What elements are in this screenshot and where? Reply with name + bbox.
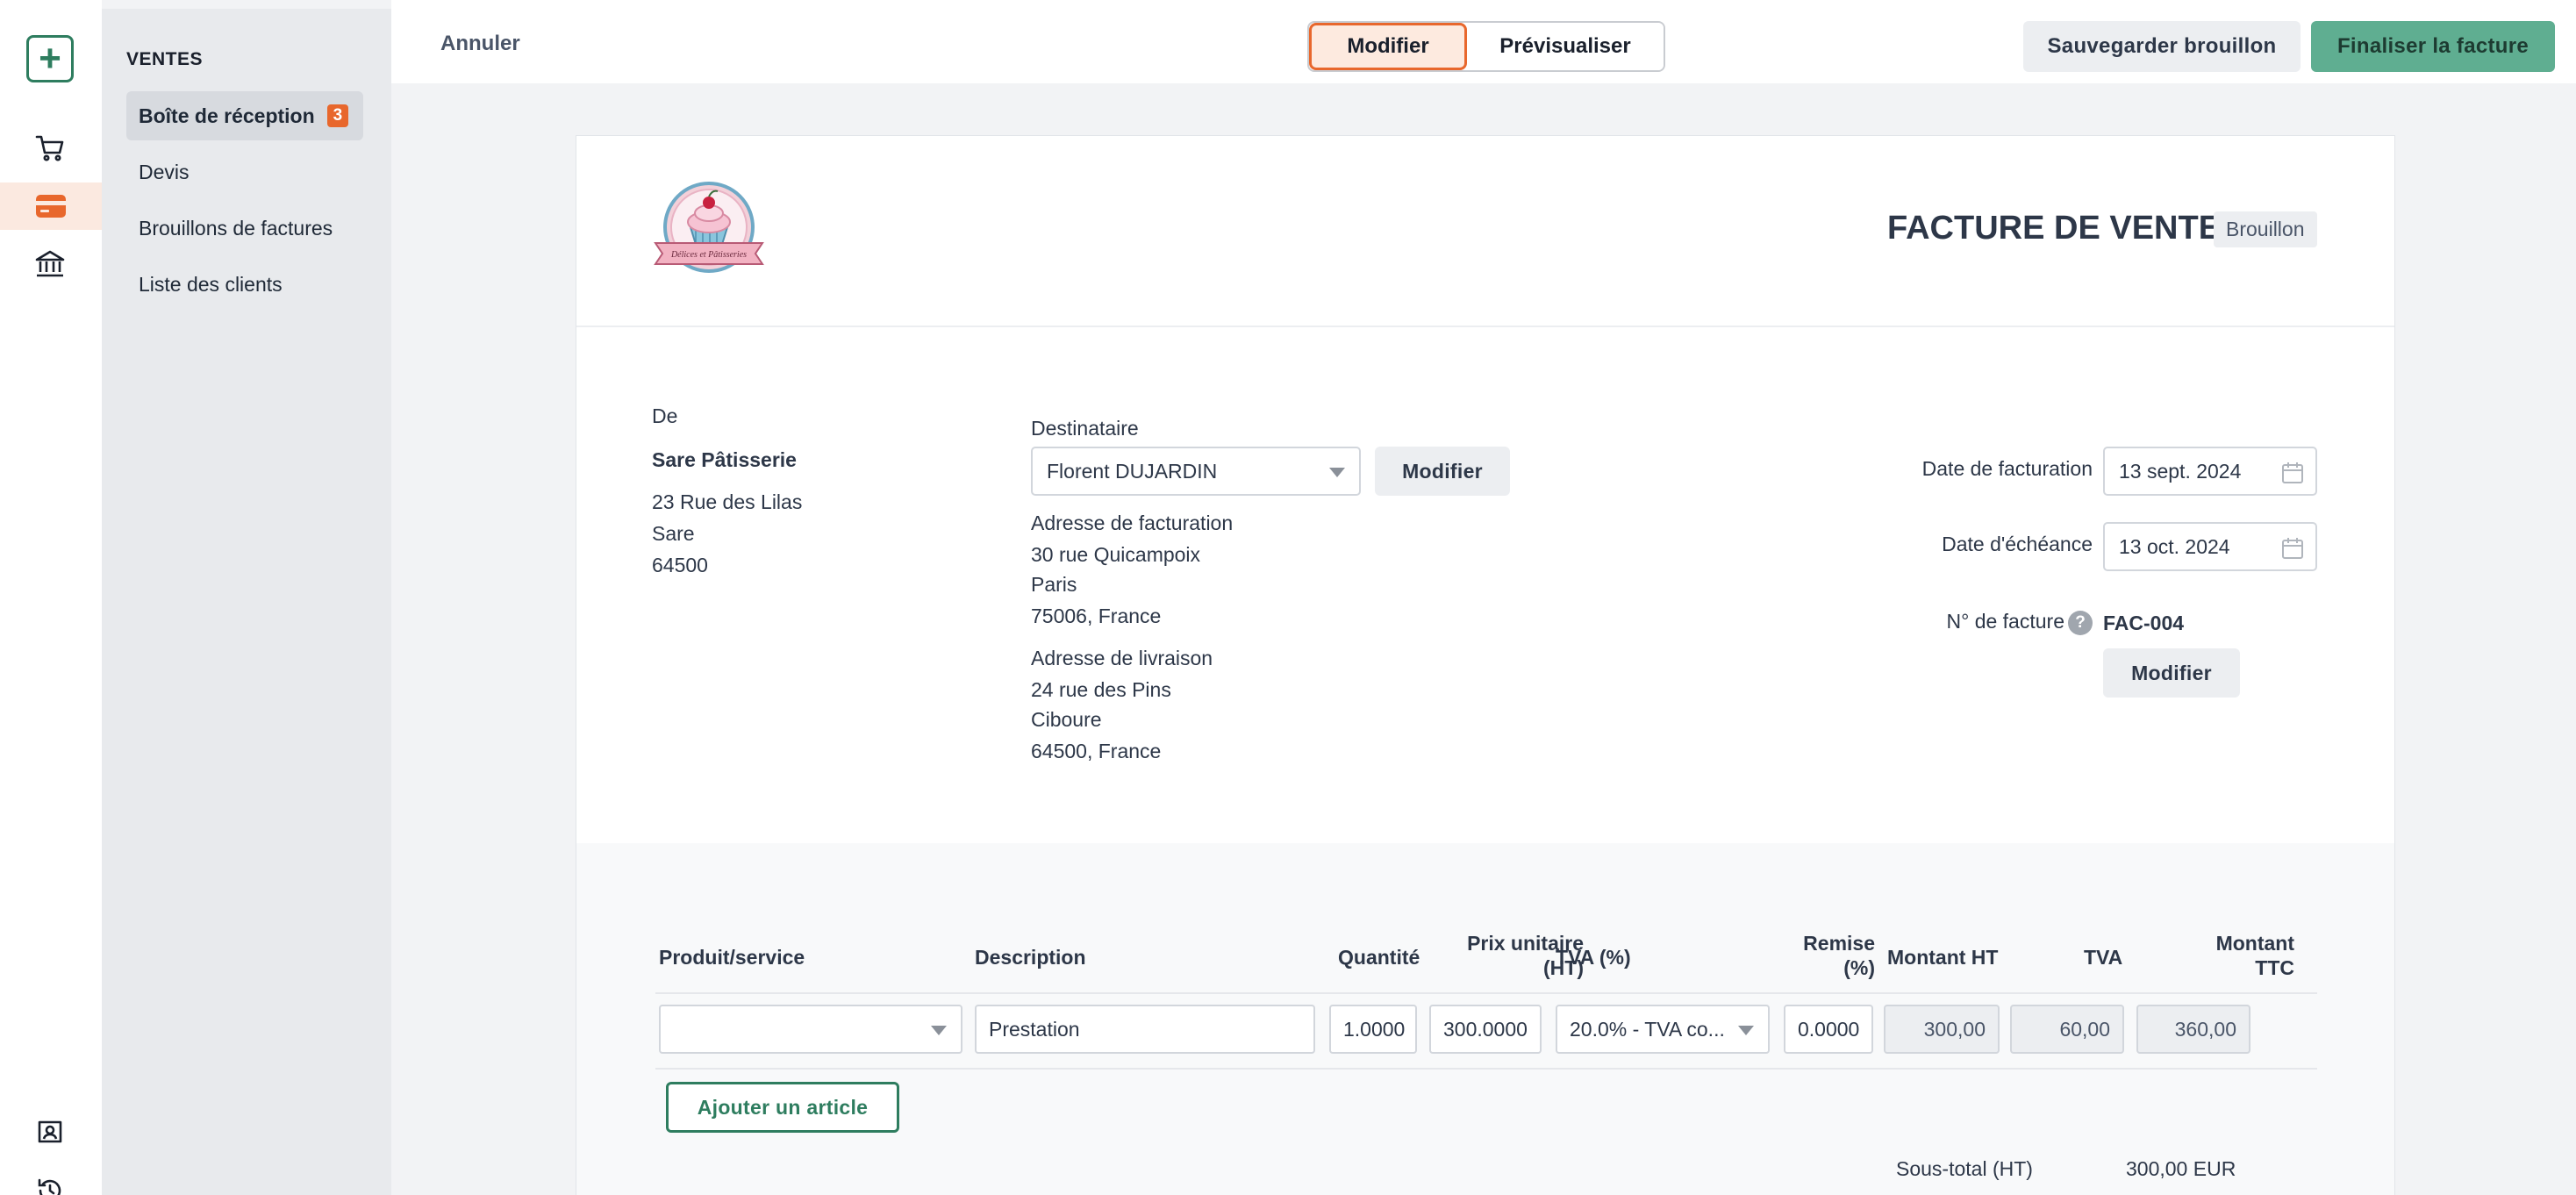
sender-city: Sare	[652, 522, 695, 545]
sidebar: VENTES Boîte de réception 3 Devis Brouil…	[102, 9, 391, 1195]
mode-toggle: Modifier Prévisualiser	[1307, 21, 1665, 72]
vat-rate-value: 20.0% - TVA co...	[1570, 1017, 1725, 1041]
description-input[interactable]: Prestation	[975, 1005, 1315, 1054]
col-description: Description	[975, 946, 1086, 969]
icon-rail: +	[0, 0, 102, 1195]
invoice-document: Délices et Pâtisseries FACTURE DE VENTE …	[576, 135, 2395, 1195]
sidebar-item-inbox[interactable]: Boîte de réception 3	[126, 91, 363, 140]
calendar-icon	[2282, 462, 2303, 483]
invoice-title: FACTURE DE VENTE	[1887, 210, 2222, 247]
due-date-field[interactable]: 13 oct. 2024	[2103, 522, 2317, 571]
billing-address-label: Adresse de facturation	[1031, 512, 1234, 534]
plus-icon[interactable]: +	[26, 35, 74, 82]
shipping-city: Ciboure	[1031, 708, 1102, 731]
invoice-number: FAC-004	[2103, 612, 2185, 634]
unit-price-input[interactable]: 300.0000	[1429, 1005, 1542, 1054]
sidebar-item-label: Liste des clients	[139, 272, 283, 296]
quantity-input[interactable]: 1.0000	[1329, 1005, 1417, 1054]
col-amount-ttc-line2: TTC	[2255, 956, 2294, 979]
recipient-value: Florent DUJARDIN	[1047, 459, 1218, 483]
vat-rate-select[interactable]: 20.0% - TVA co...	[1556, 1005, 1770, 1054]
col-amount-ttc-line1: Montant	[2215, 932, 2294, 955]
sidebar-item-label: Brouillons de factures	[139, 216, 333, 240]
billing-street: 30 rue Quicampoix	[1031, 543, 1201, 566]
chevron-down-icon	[1738, 1026, 1754, 1035]
cancel-button[interactable]: Annuler	[440, 32, 520, 56]
shipping-zip: 64500, France	[1031, 740, 1162, 762]
amount-ttc-value: 360,00	[2136, 1005, 2250, 1054]
logo-text: Délices et Pâtisseries	[670, 250, 747, 260]
divider	[655, 1068, 2317, 1070]
finalize-invoice-button[interactable]: Finaliser la facture	[2311, 21, 2555, 72]
vat-amount-value: 60,00	[2010, 1005, 2124, 1054]
invoice-number-label: N° de facture	[1946, 610, 2065, 633]
discount-input[interactable]: 0.0000	[1784, 1005, 1873, 1054]
save-draft-button[interactable]: Sauvegarder brouillon	[2023, 21, 2301, 72]
sender-name: Sare Pâtisserie	[652, 448, 797, 471]
contacts-icon[interactable]	[26, 1109, 74, 1156]
invoice-date-value: 13 sept. 2024	[2119, 459, 2242, 483]
help-icon[interactable]: ?	[2068, 610, 2093, 635]
sidebar-item-label: Devis	[139, 160, 190, 183]
invoice-date-label: Date de facturation	[1921, 457, 2093, 480]
divider	[655, 992, 2317, 994]
product-select[interactable]	[659, 1005, 962, 1054]
col-amount-ht: Montant HT	[1887, 946, 1999, 969]
sidebar-item-label: Boîte de réception	[139, 104, 315, 127]
add-item-button[interactable]: Ajouter un article	[666, 1082, 899, 1133]
bank-icon[interactable]	[26, 240, 74, 288]
count-badge: 3	[326, 104, 349, 127]
chevron-down-icon	[931, 1026, 947, 1035]
cart-icon[interactable]	[26, 125, 74, 172]
recipient-label: Destinataire	[1031, 417, 1139, 440]
col-vat: TVA	[2084, 946, 2123, 969]
col-vat-rate: TVA (%)	[1556, 946, 1631, 969]
tab-edit[interactable]: Modifier	[1309, 23, 1467, 70]
subtotal-value: 300,00 EUR	[2126, 1157, 2236, 1180]
sidebar-item-quotes[interactable]: Devis	[126, 147, 363, 197]
company-logo: Délices et Pâtisseries	[654, 182, 764, 278]
sidebar-item-clients[interactable]: Liste des clients	[126, 260, 363, 309]
tab-preview[interactable]: Prévisualiser	[1467, 23, 1664, 70]
status-badge: Brouillon	[2214, 211, 2317, 247]
col-discount-line2: (%)	[1843, 956, 1875, 979]
due-date-value: 13 oct. 2024	[2119, 534, 2230, 558]
subtotal-label: Sous-total (HT)	[1896, 1157, 2033, 1180]
shipping-address-label: Adresse de livraison	[1031, 647, 1213, 669]
billing-zip: 75006, France	[1031, 605, 1162, 627]
col-amount-ttc: Montant TTC	[2189, 931, 2294, 980]
sidebar-item-invoice-drafts[interactable]: Brouillons de factures	[126, 204, 363, 253]
sender-zip: 64500	[652, 554, 708, 576]
invoice-number-label-row: N° de facture?	[1829, 610, 2093, 635]
col-discount-line1: Remise	[1803, 932, 1875, 955]
col-quantity: Quantité	[1338, 946, 1420, 969]
invoice-header: Délices et Pâtisseries FACTURE DE VENTE …	[576, 136, 2394, 327]
from-label: De	[652, 404, 678, 427]
recipient-select[interactable]: Florent DUJARDIN	[1031, 447, 1361, 496]
col-product: Produit/service	[659, 946, 805, 969]
history-icon[interactable]	[26, 1167, 74, 1195]
edit-recipient-button[interactable]: Modifier	[1375, 447, 1510, 496]
invoice-date-field[interactable]: 13 sept. 2024	[2103, 447, 2317, 496]
shipping-street: 24 rue des Pins	[1031, 678, 1171, 701]
top-bar: Annuler Modifier Prévisualiser Sauvegard…	[391, 0, 2576, 83]
sidebar-title: VENTES	[126, 49, 204, 69]
chevron-down-icon	[1329, 468, 1345, 477]
amount-ht-value: 300,00	[1884, 1005, 2000, 1054]
sender-street: 23 Rue des Lilas	[652, 490, 803, 513]
calendar-icon	[2282, 538, 2303, 559]
due-date-label: Date d'échéance	[1942, 533, 2093, 555]
card-icon[interactable]	[0, 182, 102, 230]
edit-invoice-number-button[interactable]: Modifier	[2103, 648, 2240, 698]
billing-city: Paris	[1031, 573, 1077, 596]
col-discount: Remise (%)	[1770, 931, 1875, 980]
